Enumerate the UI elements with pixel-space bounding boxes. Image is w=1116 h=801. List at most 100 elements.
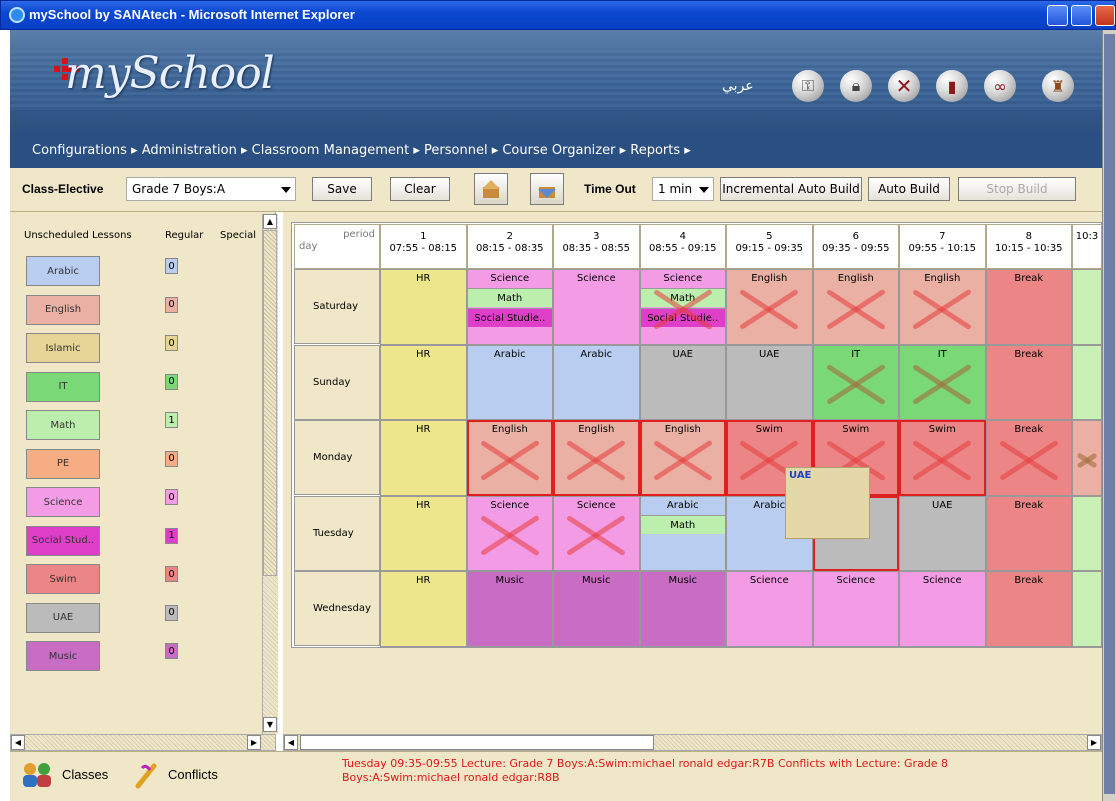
timetable-cell[interactable]: Swim: [899, 420, 986, 496]
timetable-cell[interactable]: Science: [726, 571, 813, 647]
timetable-cell[interactable]: HR: [380, 269, 467, 345]
timetable-cell[interactable]: Arabic Math: [639, 495, 726, 571]
timetable-cell[interactable]: English: [899, 269, 986, 345]
timetable-cell[interactable]: Break: [985, 495, 1072, 571]
lesson-english[interactable]: English: [26, 294, 100, 325]
timetable-cell[interactable]: [1072, 571, 1102, 647]
minimize-icon[interactable]: [1047, 5, 1068, 26]
timetable-cell[interactable]: Music: [553, 571, 640, 647]
lesson-pe[interactable]: PE: [26, 448, 100, 479]
timetable-cell[interactable]: [1072, 344, 1102, 420]
regular-header: Regular: [165, 230, 204, 241]
timetable-cell[interactable]: Music: [639, 571, 726, 647]
timetable-cell[interactable]: Science: [553, 495, 640, 571]
timetable-cell[interactable]: English: [466, 420, 553, 496]
timetable-cell[interactable]: Science: [553, 269, 640, 345]
class-select[interactable]: Grade 7 Boys:A: [126, 177, 296, 201]
lesson-music[interactable]: Music: [26, 641, 100, 671]
timetable-cell[interactable]: [1072, 420, 1102, 496]
scroll-up-icon[interactable]: ▲: [263, 214, 277, 229]
timetable-cell[interactable]: Science Math Social Studie..: [639, 269, 726, 345]
lesson-socialstud[interactable]: Social Stud..: [26, 525, 100, 556]
timetable-cell[interactable]: Science: [466, 495, 553, 571]
timetable-cell[interactable]: HR: [380, 495, 467, 571]
timetable-cell[interactable]: Music: [466, 571, 553, 647]
close-icon[interactable]: [1095, 5, 1115, 26]
timetable-cell[interactable]: HR: [380, 571, 467, 647]
lesson-math[interactable]: Math: [26, 410, 100, 440]
scroll-thumb[interactable]: [300, 735, 654, 750]
arabic-language-link[interactable]: عربي: [722, 78, 754, 94]
scroll-left-icon[interactable]: ◀: [284, 735, 298, 750]
timetable-cell[interactable]: UAE: [726, 344, 813, 420]
timetable-cell[interactable]: Science: [899, 571, 986, 647]
timetable-cell[interactable]: UAE: [639, 344, 726, 420]
scroll-left-icon[interactable]: ◀: [11, 735, 25, 750]
timetable-cell[interactable]: IT: [812, 344, 899, 420]
page-scrollbar[interactable]: [1102, 30, 1116, 801]
menu-items[interactable]: Configurations ▸ Administration ▸ Classr…: [32, 143, 691, 158]
lock-icon[interactable]: 🔒︎: [840, 70, 872, 102]
timetable-horizontal-scrollbar[interactable]: ◀ ▶: [283, 734, 1102, 751]
class-elective-label: Class-Elective: [22, 182, 104, 196]
timetable-cell[interactable]: Arabic: [466, 344, 553, 420]
lessons-horizontal-scrollbar[interactable]: ◀ ▶: [10, 734, 276, 751]
cell-subject: Arabic: [580, 348, 613, 360]
conflict-x-icon: [900, 346, 985, 420]
clear-button[interactable]: Clear: [390, 177, 450, 201]
conflicts-tab[interactable]: Conflicts: [168, 767, 218, 782]
cell-subject: Break: [1014, 575, 1044, 586]
lesson-swim[interactable]: Swim: [26, 564, 100, 594]
dragging-lesson-tile[interactable]: UAE: [785, 467, 870, 539]
timetable-cell[interactable]: English: [726, 269, 813, 345]
maximize-icon[interactable]: [1071, 5, 1092, 26]
tag-icon[interactable]: ♜: [1042, 70, 1074, 102]
save-button[interactable]: Save: [312, 177, 372, 201]
cell-subject: Science: [490, 273, 530, 284]
lesson-arabic[interactable]: Arabic: [26, 256, 100, 286]
stop-build-button[interactable]: Stop Build: [958, 177, 1076, 201]
classes-tab[interactable]: Classes: [62, 767, 108, 782]
timetable-cell[interactable]: IT: [899, 344, 986, 420]
timetable-cell[interactable]: Break: [985, 571, 1072, 647]
logout-door-icon[interactable]: ▮: [936, 70, 968, 102]
timetable-cell[interactable]: UAE: [899, 495, 986, 571]
conflicts-icon[interactable]: [132, 760, 162, 790]
lesson-it[interactable]: IT: [26, 371, 100, 402]
cancel-icon[interactable]: ✕: [888, 70, 920, 102]
timetable-cell[interactable]: Science Math Social Studie..: [466, 269, 553, 345]
timetable-cell[interactable]: HR: [380, 420, 467, 496]
incremental-auto-build-button[interactable]: Incremental Auto Build: [720, 177, 862, 201]
lesson-science[interactable]: Science: [26, 487, 100, 517]
timetable-cell[interactable]: Break: [985, 344, 1072, 420]
lessons-scrollbar[interactable]: ▲ ▼: [262, 214, 278, 734]
cell-subject: HR: [416, 348, 431, 360]
download-icon[interactable]: [530, 173, 564, 205]
timetable-cell[interactable]: Arabic: [553, 344, 640, 420]
timeout-select[interactable]: 1 min: [652, 177, 714, 201]
timetable-cell[interactable]: English: [639, 420, 726, 496]
period-number: 8: [1025, 231, 1032, 242]
timetable-cell[interactable]: [1072, 269, 1102, 345]
timetable-cell[interactable]: Break: [985, 269, 1072, 345]
lesson-regular-count: 0: [165, 566, 178, 582]
key-icon[interactable]: ⚿: [792, 70, 824, 102]
lesson-regular-count: 0: [165, 258, 178, 274]
timetable-cell[interactable]: Break: [985, 420, 1072, 496]
timetable-cell[interactable]: [1072, 495, 1102, 571]
timetable-cell[interactable]: English: [553, 420, 640, 496]
classes-icon[interactable]: [20, 760, 54, 790]
glasses-icon[interactable]: ∞: [984, 70, 1016, 102]
scroll-right-icon[interactable]: ▶: [247, 735, 261, 750]
timetable-cell[interactable]: Science: [812, 571, 899, 647]
scroll-right-icon[interactable]: ▶: [1087, 735, 1101, 750]
scroll-down-icon[interactable]: ▼: [263, 717, 277, 732]
timetable-cell[interactable]: HR: [380, 344, 467, 420]
lesson-islamic[interactable]: Islamic: [26, 333, 100, 363]
scroll-thumb[interactable]: [263, 230, 277, 576]
upload-icon[interactable]: [474, 173, 508, 205]
auto-build-button[interactable]: Auto Build: [868, 177, 950, 201]
lesson-uae[interactable]: UAE: [26, 602, 100, 633]
timetable-cell[interactable]: English: [812, 269, 899, 345]
conflict-x-icon: [641, 270, 726, 344]
